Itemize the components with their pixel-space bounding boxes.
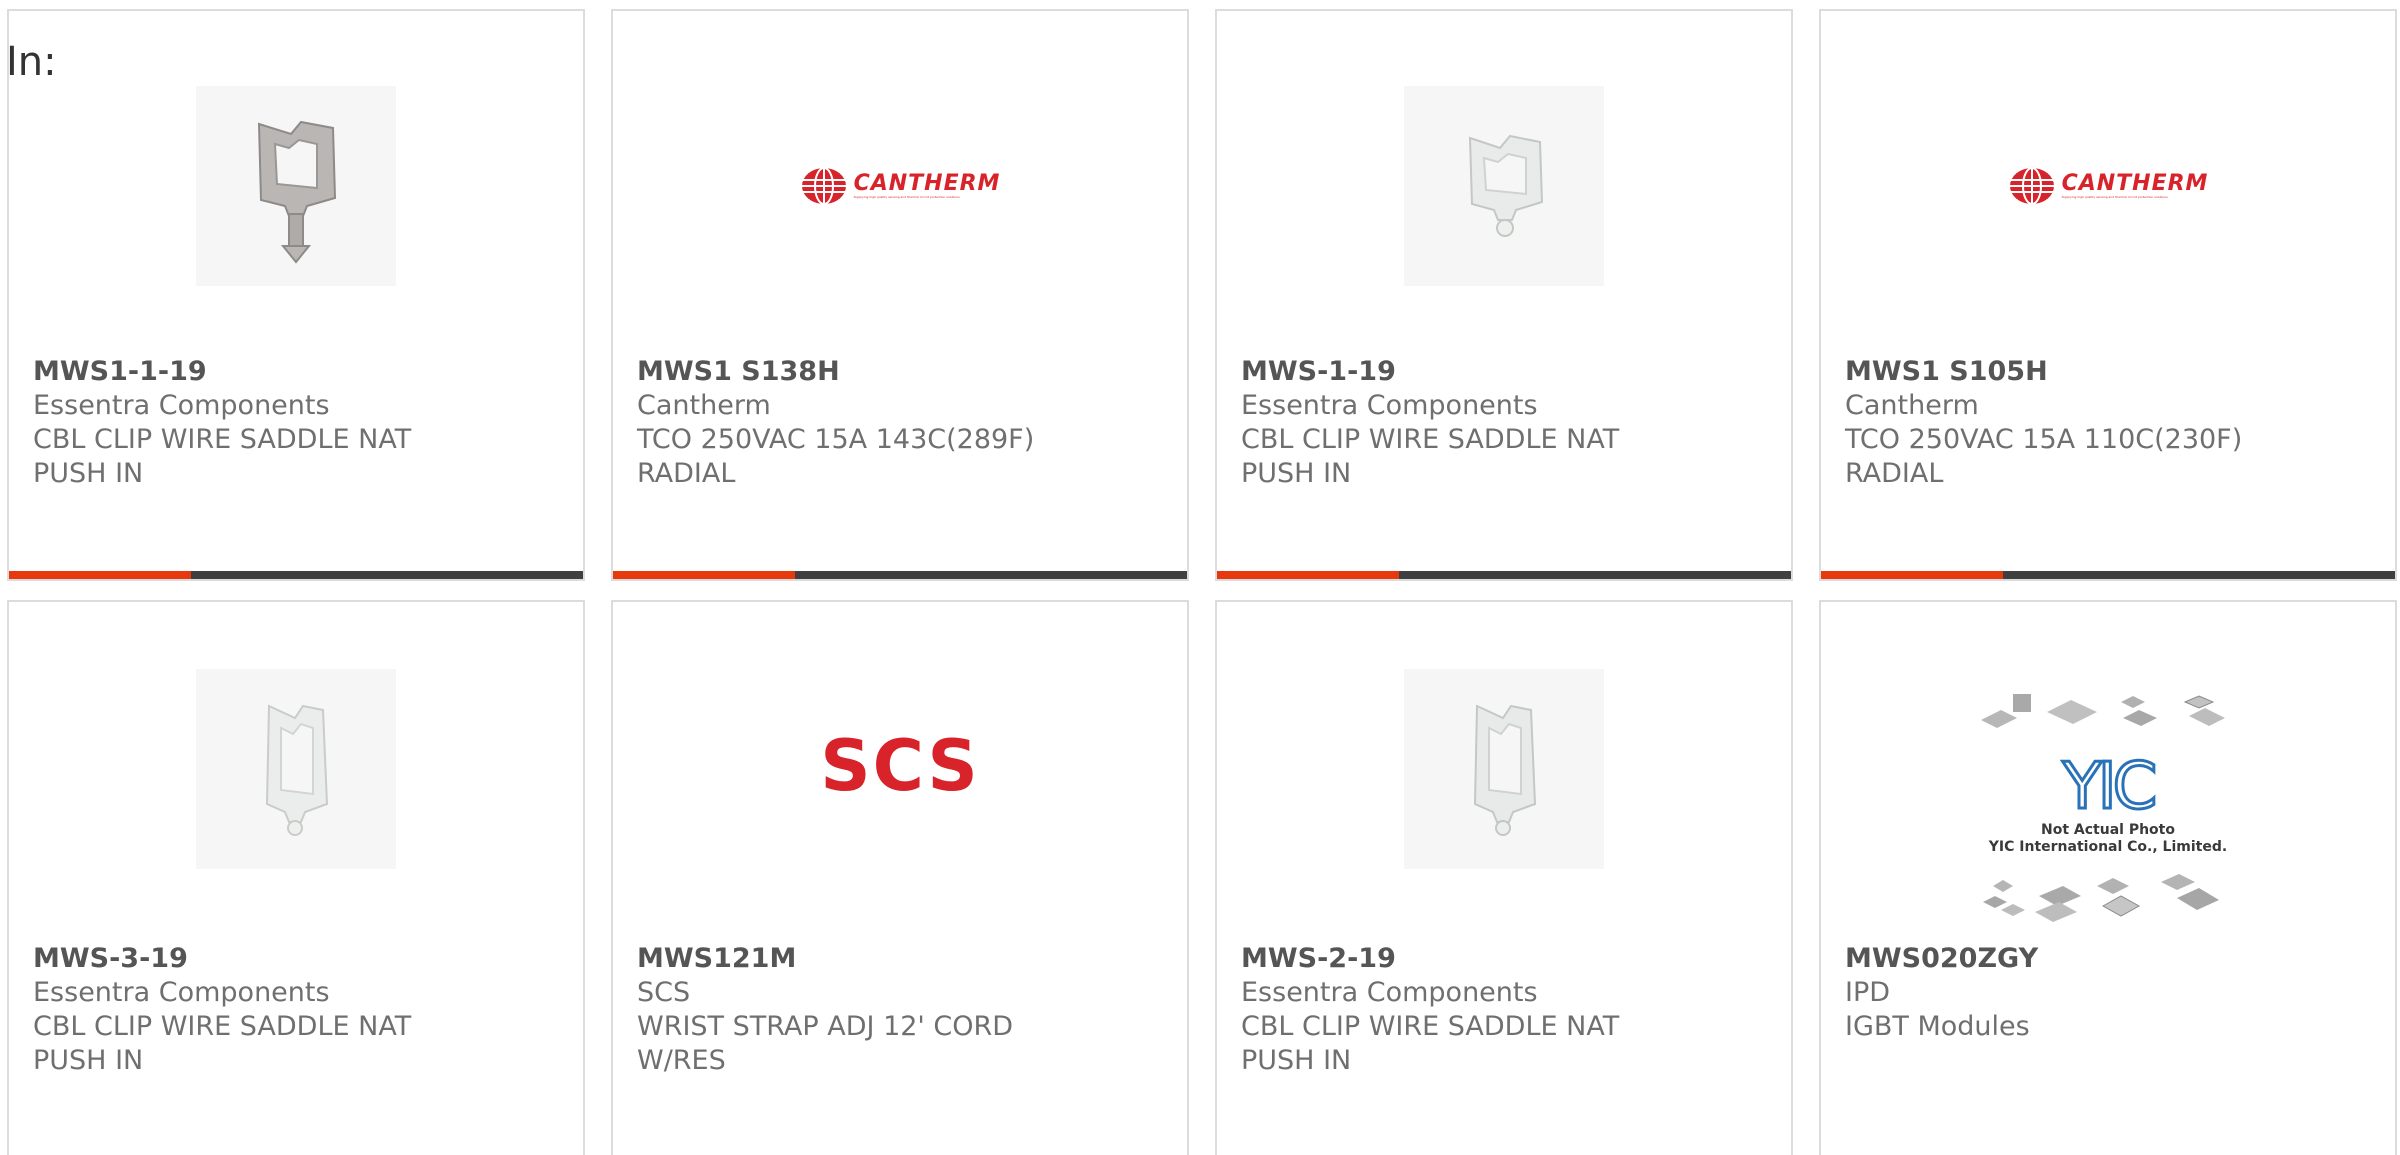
description: RADIAL: [1845, 458, 1944, 489]
description: PUSH IN: [1241, 1045, 1352, 1076]
product-image[interactable]: YIC Not Actual Photo YIC International C…: [1973, 690, 2243, 930]
product-image[interactable]: [196, 669, 396, 869]
description: WRIST STRAP ADJ 12' CORD: [637, 1011, 1014, 1042]
part-number[interactable]: MWS1 S138H: [637, 355, 1167, 389]
description: TCO 250VAC 15A 143C(289F): [637, 424, 1035, 455]
description: PUSH IN: [33, 458, 144, 489]
description: IGBT Modules: [1845, 1011, 2030, 1042]
product-card[interactable]: MWS-3-19 Essentra Components CBL CLIP WI…: [7, 600, 585, 1155]
description: CBL CLIP WIRE SADDLE NAT: [33, 424, 412, 455]
part-number[interactable]: MWS121M: [637, 942, 1167, 976]
manufacturer: Essentra Components: [1241, 390, 1538, 421]
product-card[interactable]: MWS-2-19 Essentra Components CBL CLIP WI…: [1215, 600, 1793, 1155]
part-number[interactable]: MWS-3-19: [33, 942, 563, 976]
product-image[interactable]: [1404, 86, 1604, 286]
description: TCO 250VAC 15A 110C(230F): [1845, 424, 2243, 455]
description: PUSH IN: [33, 1045, 144, 1076]
product-card[interactable]: MWS-1-19 Essentra Components CBL CLIP WI…: [1215, 9, 1793, 581]
card-bar: [9, 571, 583, 579]
part-number[interactable]: MWS-2-19: [1241, 942, 1771, 976]
card-bar-accent: [613, 571, 795, 579]
description: PUSH IN: [1241, 458, 1352, 489]
cantherm-logo-text: CANTHERM: [853, 171, 1001, 196]
part-number[interactable]: MWS1 S105H: [1845, 355, 2375, 389]
product-image[interactable]: SCS: [795, 725, 1005, 807]
card-bar-accent: [9, 571, 191, 579]
product-card[interactable]: MWS1-1-19 Essentra Components CBL CLIP W…: [7, 9, 585, 581]
card-bar: [1217, 571, 1791, 579]
product-image[interactable]: CANTHERM Supplying high quality sensing …: [2008, 166, 2209, 206]
description: CBL CLIP WIRE SADDLE NAT: [1241, 1011, 1620, 1042]
card-bar: [1821, 571, 2395, 579]
product-image[interactable]: CANTHERM Supplying high quality sensing …: [800, 166, 1001, 206]
wire-saddle-clip-icon: [1468, 134, 1544, 237]
part-number[interactable]: MWS020ZGY: [1845, 942, 2375, 976]
product-card[interactable]: YIC Not Actual Photo YIC International C…: [1819, 600, 2397, 1155]
manufacturer: Cantherm: [637, 390, 771, 421]
description: CBL CLIP WIRE SADDLE NAT: [1241, 424, 1620, 455]
product-card[interactable]: SCS MWS121M SCS WRIST STRAP ADJ 12' CORD…: [611, 600, 1189, 1155]
wire-saddle-clip-icon: [1473, 704, 1537, 836]
manufacturer: Essentra Components: [33, 977, 330, 1008]
cantherm-logo-text: CANTHERM: [2061, 171, 2209, 196]
product-card[interactable]: CANTHERM Supplying high quality sensing …: [611, 9, 1189, 581]
product-image[interactable]: [1404, 669, 1604, 869]
in-label: In:: [6, 39, 57, 85]
product-image[interactable]: [196, 86, 396, 286]
scs-logo-text: SCS: [820, 732, 980, 802]
manufacturer: SCS: [637, 977, 691, 1008]
card-bar-accent: [1821, 571, 2003, 579]
product-card[interactable]: CANTHERM Supplying high quality sensing …: [1819, 9, 2397, 581]
description: CBL CLIP WIRE SADDLE NAT: [33, 1011, 412, 1042]
description: W/RES: [637, 1045, 726, 1076]
card-bar-accent: [1217, 571, 1399, 579]
yic-placeholder-icon: YIC: [1981, 694, 2225, 922]
product-grid-page: In: MWS1-1-19 Essentra Components CBL CL…: [0, 0, 2400, 1155]
cantherm-globe-icon: [2009, 167, 2054, 205]
wire-saddle-clip-icon: [265, 704, 329, 836]
cantherm-globe-icon: [801, 167, 846, 205]
part-number[interactable]: MWS1-1-19: [33, 355, 563, 389]
manufacturer: Essentra Components: [33, 390, 330, 421]
wire-saddle-clip-icon: [257, 120, 337, 264]
description: RADIAL: [637, 458, 736, 489]
part-number[interactable]: MWS-1-19: [1241, 355, 1771, 389]
scs-logo-icon: SCS: [820, 725, 980, 807]
manufacturer: IPD: [1845, 977, 1891, 1008]
manufacturer: Essentra Components: [1241, 977, 1538, 1008]
placeholder-text: YIC International Co., Limited.: [1988, 839, 2228, 855]
placeholder-text: Not Actual Photo: [2041, 822, 2175, 838]
manufacturer: Cantherm: [1845, 390, 1979, 421]
card-bar: [613, 571, 1187, 579]
yic-logo-text: YIC: [2062, 750, 2155, 824]
